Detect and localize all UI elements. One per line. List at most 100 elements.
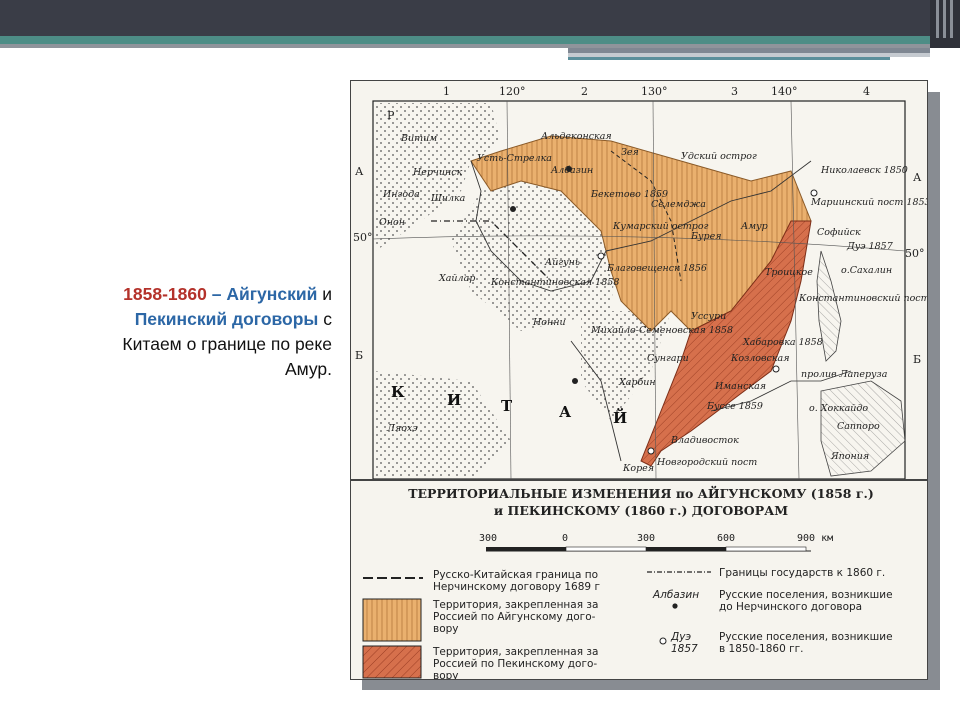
legend-text: Россией по Айгунскому дого- xyxy=(433,611,596,623)
place-vitim: Витим xyxy=(401,133,438,144)
grid-col-label: 3 xyxy=(731,85,738,98)
place-aigun: Айгунь xyxy=(545,257,581,268)
place-shilka: Шилка xyxy=(431,193,466,204)
place-konstantinovsky: Константиновский пост 1853 xyxy=(799,293,928,304)
scale-tick: 300 xyxy=(479,533,498,544)
grid-row-label: 50° xyxy=(353,231,373,244)
place-kharbin: Харбин xyxy=(619,377,656,388)
scale-labels: 300 0 300 600 900 км xyxy=(351,533,927,547)
city-marker-nikolaevsk xyxy=(810,189,818,197)
place-khabarovka: Хабаровка 1858 xyxy=(743,337,823,348)
scale-tick: 600 xyxy=(717,533,736,544)
slide-header-bar xyxy=(0,0,960,36)
map-canvas xyxy=(372,100,906,479)
grid-row-label: Б xyxy=(913,353,922,366)
place-novgorodsky: Новгородский пост xyxy=(657,457,758,468)
place-liaokhe: Ляохэ xyxy=(387,423,418,434)
legend-symbol-old-settlement xyxy=(672,603,678,609)
place-blagoveshchensk: Благовещенск 1856 xyxy=(607,263,707,274)
place-nonni: Нонни xyxy=(533,317,566,328)
place-laperuz: пролив Лаперуза xyxy=(801,369,888,380)
place-ussuri: Уссури xyxy=(691,311,727,322)
country-letter: Й xyxy=(613,409,630,427)
legend-text: Нерчинскому договору 1689 г xyxy=(433,581,600,593)
scale-bar-segment xyxy=(565,546,647,552)
caption-text: Китаем о границе по реке xyxy=(122,334,332,354)
historical-map: 1 120° 2 130° 3 140° 4 А 50° Б А 50° Б P… xyxy=(350,80,928,680)
place-konstantinovskaya: Константиновская 1858 xyxy=(491,277,620,288)
scale-bar-segment xyxy=(725,546,807,552)
place-bureya: Бурея xyxy=(691,231,722,242)
grid-row-label: А xyxy=(913,171,922,184)
place-sakhalin: о.Сахалин xyxy=(841,265,893,276)
place-sofiysk: Софийск xyxy=(817,227,861,238)
scale-bar-segment xyxy=(486,547,566,551)
legend-text: Русские поселения, возникшие xyxy=(719,631,893,643)
scale-tick: 0 xyxy=(562,533,569,544)
place-amur: Амур xyxy=(741,221,768,232)
country-letter: А xyxy=(559,403,574,421)
grid-col-label: 4 xyxy=(863,85,870,98)
caption-conjunction: и xyxy=(322,284,332,304)
scale-tick: 300 xyxy=(637,533,656,544)
country-letter: Т xyxy=(501,397,515,415)
place-nikolaevsk: Николаевск 1850 xyxy=(821,165,908,176)
city-marker-kharbin xyxy=(572,378,578,384)
legend-text: до Нерчинского договора xyxy=(719,601,863,613)
legend-symbol-peking xyxy=(362,645,422,679)
legend-sample-old: Албазин xyxy=(653,589,700,601)
legend-text: вору xyxy=(433,670,459,680)
place-sungari: Сунгари xyxy=(647,353,689,364)
place-mikhailo: Михайло-Семеновская 1858 xyxy=(591,325,734,336)
scale-tick: 900 км xyxy=(797,533,834,544)
legend-symbol-aigun xyxy=(362,598,422,642)
place-ust-strelka: Усть-Стрелка xyxy=(477,153,552,164)
place-onon: Онон xyxy=(379,217,406,228)
country-letter: К xyxy=(391,383,407,401)
caption-treaty-peking: Пекинский договоры xyxy=(134,309,319,329)
place-sapporo: Саппоро xyxy=(837,421,880,432)
place-nerchinsk: Нерчинск xyxy=(413,167,463,178)
slide-deco-line xyxy=(568,57,890,60)
city-marker-vladivostok xyxy=(647,447,655,455)
place-hokkaido: о. Хоккайдо xyxy=(809,403,869,414)
legend-aigun: Территория, закрепленная за Россией по А… xyxy=(433,599,643,635)
place-kozlovskaya: Козловская xyxy=(731,353,790,364)
caption-treaty-aigun: Айгунский xyxy=(226,284,318,304)
grid-col-label: 130° xyxy=(641,85,668,98)
map-legend: ТЕРРИТОРИАЛЬНЫЕ ИЗМЕНЕНИЯ по АЙГУНСКОМУ … xyxy=(351,479,927,680)
place-selemdzha: Селемджа xyxy=(651,199,706,210)
slide-caption: 1858-1860 – Айгунский и Пекинский догово… xyxy=(40,282,332,382)
legend-new-settlements: Русские поселения, возникшие в 1850-1860… xyxy=(719,631,924,655)
caption-text: с xyxy=(323,309,332,329)
legend-peking: Территория, закрепленная за Россией по П… xyxy=(433,646,643,680)
legend-nerchinsk-border: Русско-Китайская граница по Нерчинскому … xyxy=(433,569,643,593)
city-marker-blagoveshchensk xyxy=(597,252,605,260)
place-mariinsky: Мариинский пост 1853 xyxy=(811,197,928,208)
legend-text: вору xyxy=(433,623,459,635)
place-ingoda: Ингода xyxy=(383,189,420,200)
grid-col-label: 120° xyxy=(499,85,526,98)
legend-text: Территория, закрепленная за xyxy=(433,599,599,611)
legend-text: 1857 xyxy=(671,643,698,655)
legend-state-borders: Границы государств к 1860 г. xyxy=(719,567,886,579)
legend-text: Русские поселения, возникшие xyxy=(719,589,893,601)
slide-corner-tab xyxy=(930,0,960,48)
caption-text: Амур. xyxy=(284,359,332,379)
caption-dash: – xyxy=(211,284,222,304)
place-albazin: Албазин xyxy=(551,165,594,176)
slide-accent-stripe xyxy=(0,36,930,44)
grid-col-label: 140° xyxy=(771,85,798,98)
legend-text: в 1850-1860 гг. xyxy=(719,643,804,655)
place-aldekonskaya: Альдеконская xyxy=(541,131,612,142)
place-udsky: Удский острог xyxy=(681,151,757,162)
legend-text: Дуэ xyxy=(671,631,692,643)
grid-col-label: 2 xyxy=(581,85,588,98)
legend-symbol-new-settlement xyxy=(659,637,667,645)
legend-sample-new: Дуэ 1857 xyxy=(671,631,698,655)
legend-old-settlements: Русские поселения, возникшие до Нерчинск… xyxy=(719,589,924,613)
place-koreya: Корея xyxy=(623,463,655,474)
legend-text: Территория, закрепленная за xyxy=(433,646,599,658)
city-marker-nerchinsk xyxy=(510,206,516,212)
grid-col-label: 1 xyxy=(443,85,450,98)
